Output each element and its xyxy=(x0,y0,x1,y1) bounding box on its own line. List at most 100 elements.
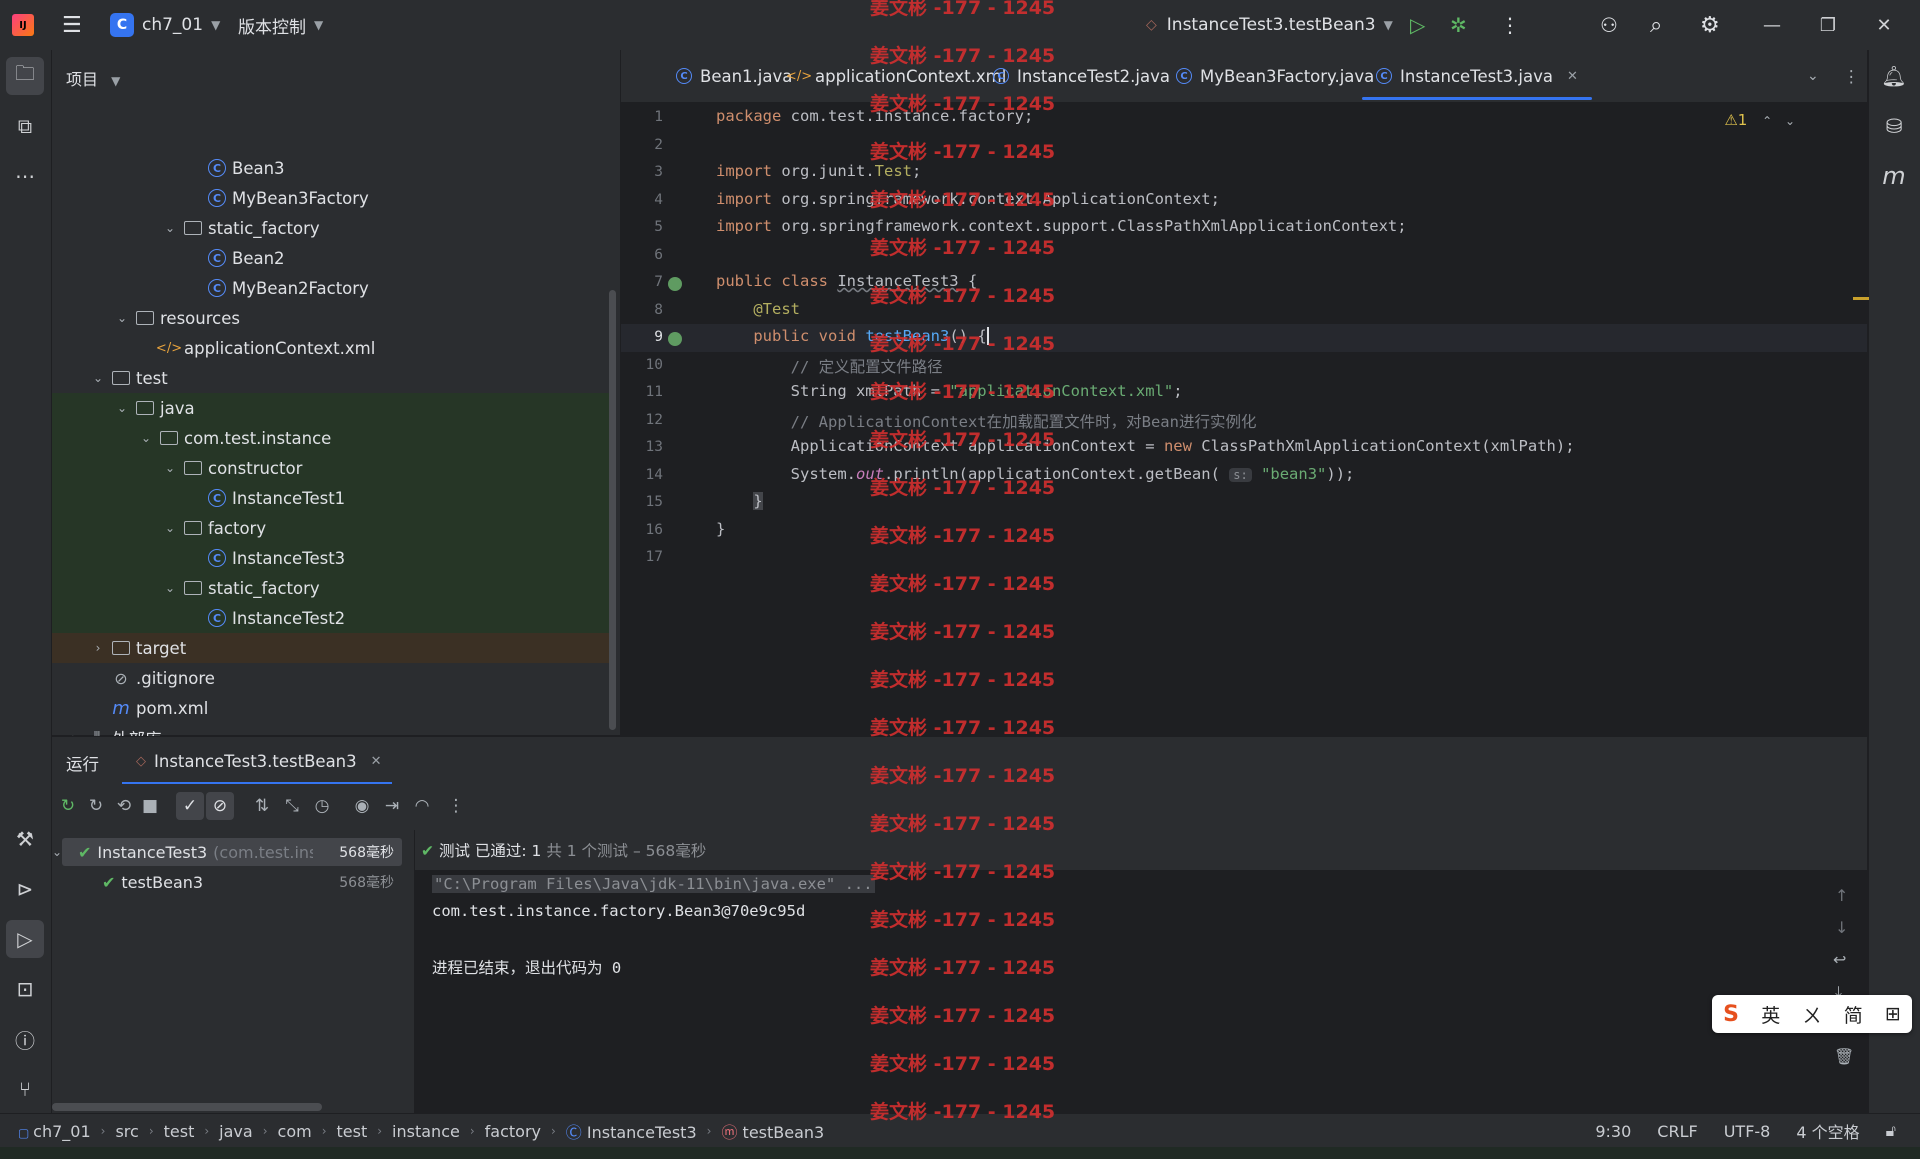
tree-item[interactable]: ⌄ test xyxy=(52,363,614,393)
debug-icon[interactable]: ✲ xyxy=(1450,0,1467,50)
expand-chevron-icon[interactable]: ⌄ xyxy=(162,521,178,535)
structure-icon[interactable]: ⧉ xyxy=(6,107,44,145)
restore-icon[interactable]: ❐ xyxy=(1800,0,1856,50)
console-output[interactable]: ✔ 测试 已通过: 1 共 1 个测试 – 568毫秒 "C:\Program … xyxy=(415,830,1867,1113)
caret-position[interactable]: 9:30 xyxy=(1595,1122,1631,1141)
more-options-icon[interactable]: ⋮ xyxy=(442,792,470,820)
sort-alpha-icon[interactable]: ⇅ xyxy=(248,792,276,820)
run-config-selector[interactable]: ◇ InstanceTest3.testBean3 ▼ xyxy=(1146,0,1393,50)
main-menu-icon[interactable]: ☰ xyxy=(62,0,82,50)
more-actions-icon[interactable]: ⋮ xyxy=(1500,0,1520,50)
close-tab-icon[interactable]: ✕ xyxy=(1567,69,1578,84)
indent-setting[interactable]: 4 个空格 xyxy=(1796,1119,1859,1143)
error-stripe-marker[interactable] xyxy=(1853,297,1869,300)
tree-item[interactable]: C InstanceTest2 xyxy=(52,603,614,633)
rerun-icon[interactable]: ↻ xyxy=(54,792,82,820)
problems-icon[interactable]: ⓘ xyxy=(6,1020,44,1058)
tree-item[interactable]: C MyBean2Factory xyxy=(52,273,614,303)
tree-item[interactable]: C InstanceTest3 xyxy=(52,543,614,573)
scroll-up-icon[interactable]: ↑ xyxy=(1835,886,1848,905)
file-encoding[interactable]: UTF-8 xyxy=(1724,1122,1771,1141)
editor-tab[interactable]: C Bean1.java xyxy=(676,50,792,102)
tree-item[interactable]: › target xyxy=(52,633,614,663)
run-icon[interactable]: ▷ xyxy=(1410,0,1425,50)
tree-item[interactable]: C MyBean3Factory xyxy=(52,183,614,213)
expand-chevron-icon[interactable]: ⌄ xyxy=(52,845,70,859)
ime-mode[interactable]: 英 xyxy=(1761,1001,1780,1028)
services-icon[interactable]: ⊳ xyxy=(6,870,44,908)
test-node[interactable]: ⌄ ✔ InstanceTest3 (com.test.insi 568毫秒 xyxy=(52,840,402,864)
tab-list-chevron-icon[interactable]: ⌄ xyxy=(1807,50,1819,102)
build-hammer-icon[interactable]: ⚒ xyxy=(6,820,44,858)
breadcrumb-item[interactable]: src xyxy=(115,1122,138,1141)
tree-item[interactable]: ⌄ com.test.instance xyxy=(52,423,614,453)
expand-chevron-icon[interactable]: ⌄ xyxy=(114,401,130,415)
breadcrumb-item[interactable]: ▢ ch7_01 xyxy=(18,1122,91,1141)
toggle-auto-test-icon[interactable]: ⟲ xyxy=(110,792,138,820)
expand-chevron-icon[interactable]: ⌄ xyxy=(162,221,178,235)
app-logo-icon[interactable]: IJ xyxy=(12,0,34,50)
tree-item[interactable]: ⌄ static_factory xyxy=(52,573,614,603)
tree-item[interactable]: ⊘ .gitignore xyxy=(52,663,614,693)
database-icon[interactable]: ⛁ xyxy=(1875,107,1913,145)
maven-icon[interactable]: m xyxy=(1875,157,1913,195)
vcs-menu[interactable]: 版本控制 ▼ xyxy=(238,0,323,50)
expand-chevron-icon[interactable]: ⌄ xyxy=(162,461,178,475)
git-branch-icon[interactable]: ⑂ xyxy=(6,1070,44,1108)
expand-chevron-icon[interactable]: ⌄ xyxy=(162,581,178,595)
add-user-icon[interactable]: ⚇ xyxy=(1600,0,1618,50)
run-class-gutter-icon[interactable] xyxy=(668,277,682,291)
expand-chevron-icon[interactable]: › xyxy=(90,641,106,655)
project-folder-icon[interactable]: 🗀 xyxy=(6,57,44,95)
tab-more-icon[interactable]: ⋮ xyxy=(1843,50,1860,102)
project-switcher[interactable]: C ch7_01 ▼ xyxy=(110,0,220,50)
close-tab-icon[interactable]: ✕ xyxy=(371,754,382,769)
tree-item[interactable]: ⌄ constructor xyxy=(52,453,614,483)
ime-grid-icon[interactable]: ⊞ xyxy=(1885,1003,1901,1025)
tree-item[interactable]: m pom.xml xyxy=(52,693,614,723)
trash-icon[interactable]: 🗑︎ xyxy=(1834,1047,1854,1066)
breadcrumb-item[interactable]: java xyxy=(219,1122,253,1141)
expand-chevron-icon[interactable]: ⌄ xyxy=(90,371,106,385)
tree-item[interactable]: ⌄ static_factory xyxy=(52,213,614,243)
sogou-logo-icon[interactable]: S xyxy=(1723,1002,1739,1027)
tree-item[interactable]: C Bean2 xyxy=(52,243,614,273)
ime-simplified[interactable]: 简 xyxy=(1844,1001,1863,1028)
breadcrumb-item[interactable]: ⓜ testBean3 xyxy=(721,1119,824,1143)
run-tool-icon[interactable]: ▷ xyxy=(6,920,44,958)
line-separator[interactable]: CRLF xyxy=(1657,1122,1697,1141)
breadcrumb-item[interactable]: instance xyxy=(392,1122,460,1141)
show-passed-icon[interactable]: ✓ xyxy=(176,792,204,820)
editor-tab[interactable]: C MyBean3Factory.java xyxy=(1176,50,1374,102)
breadcrumb-item[interactable]: Ⓒ InstanceTest3 xyxy=(566,1119,697,1143)
inspection-widget[interactable]: ⚠1 ⌃ ⌄ xyxy=(1724,111,1795,129)
tree-item[interactable]: </> applicationContext.xml xyxy=(52,333,614,363)
breadcrumb-item[interactable]: factory xyxy=(485,1122,541,1141)
breadcrumb-item[interactable]: test xyxy=(337,1122,368,1141)
tree-scrollbar[interactable] xyxy=(52,1103,322,1111)
camera-icon[interactable]: ◉ xyxy=(348,792,376,820)
history-clock-icon[interactable]: ◷ xyxy=(308,792,336,820)
close-icon[interactable]: ✕ xyxy=(1856,0,1912,50)
tree-item[interactable]: ⌄ factory xyxy=(52,513,614,543)
run-method-gutter-icon[interactable] xyxy=(668,332,682,346)
editor-tab[interactable]: C InstanceTest3.java ✕ xyxy=(1362,50,1592,102)
more-tools-icon[interactable]: ⋯ xyxy=(6,157,44,195)
coverage-icon[interactable]: ◠ xyxy=(408,792,436,820)
minimize-icon[interactable]: — xyxy=(1744,0,1800,50)
tree-item[interactable]: C Bean3 xyxy=(52,153,614,183)
expand-chevron-icon[interactable]: ⌄ xyxy=(114,311,130,325)
settings-gear-icon[interactable]: ⚙ xyxy=(1700,0,1720,50)
run-tab[interactable]: ◇ InstanceTest3.testBean3 ✕ xyxy=(136,737,382,785)
terminal-icon[interactable]: ⊡ xyxy=(6,970,44,1008)
project-panel-header[interactable]: 项目 ▼ xyxy=(66,66,120,90)
notifications-bell-icon[interactable]: 🔔︎ xyxy=(1875,57,1913,95)
expand-chevron-icon[interactable]: ⌄ xyxy=(138,431,154,445)
search-icon[interactable]: ⌕ xyxy=(1650,0,1662,50)
show-ignored-icon[interactable]: ⊘ xyxy=(206,792,234,820)
stop-icon[interactable]: ■ xyxy=(136,792,164,820)
lock-icon[interactable]: 🔓︎ xyxy=(1886,1121,1896,1141)
ime-toolbar[interactable]: S 英 ㄨ 简 ⊞ xyxy=(1712,995,1912,1033)
breadcrumb-item[interactable]: com xyxy=(278,1122,312,1141)
soft-wrap-icon[interactable]: ↩ xyxy=(1833,950,1846,969)
